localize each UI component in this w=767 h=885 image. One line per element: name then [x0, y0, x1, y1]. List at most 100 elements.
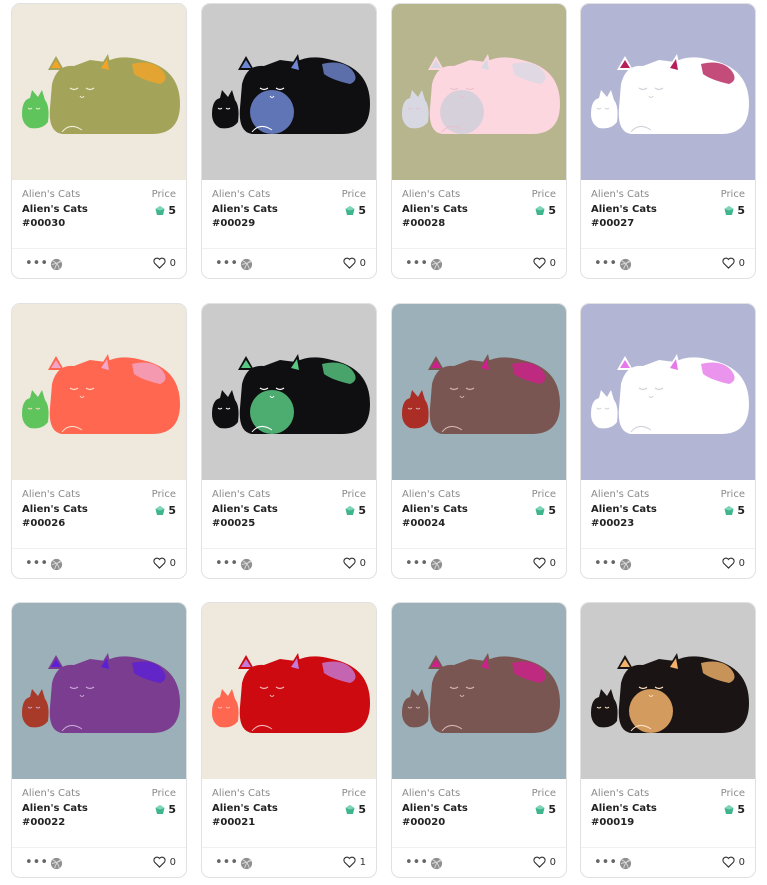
- price-value: 5: [345, 504, 366, 517]
- card-footer: ••• 0: [392, 248, 566, 278]
- yarn-ball-icon[interactable]: [240, 258, 253, 271]
- card-info: Alien's Cats Alien's Cats #00021 Price 5: [212, 788, 366, 838]
- like-count: 1: [359, 856, 366, 868]
- yarn-ball-icon[interactable]: [240, 558, 253, 571]
- collection-name[interactable]: Alien's Cats: [402, 489, 460, 500]
- nft-artwork[interactable]: [392, 304, 566, 480]
- more-options-icon[interactable]: •••: [25, 257, 48, 270]
- more-options-icon[interactable]: •••: [215, 856, 238, 869]
- card-info: Alien's Cats Alien's Cats #00023 Price 5: [591, 489, 745, 539]
- card-info: Alien's Cats Alien's Cats #00026 Price 5: [22, 489, 176, 539]
- nft-artwork[interactable]: [392, 4, 566, 180]
- price-value: 5: [724, 204, 745, 217]
- collection-name[interactable]: Alien's Cats: [212, 489, 270, 500]
- like-button[interactable]: 0: [533, 557, 556, 569]
- heart-icon: [722, 856, 735, 868]
- price-value: 5: [535, 204, 556, 217]
- collection-name[interactable]: Alien's Cats: [212, 788, 270, 799]
- more-options-icon[interactable]: •••: [405, 856, 428, 869]
- yarn-ball-icon[interactable]: [240, 857, 253, 870]
- like-button[interactable]: 0: [722, 856, 745, 868]
- price-label: Price: [341, 189, 366, 200]
- nft-artwork[interactable]: [581, 304, 755, 480]
- price-value: 5: [724, 803, 745, 816]
- collection-name[interactable]: Alien's Cats: [22, 489, 80, 500]
- yarn-ball-icon[interactable]: [430, 258, 443, 271]
- collection-name[interactable]: Alien's Cats: [402, 788, 460, 799]
- price-label: Price: [341, 489, 366, 500]
- more-options-icon[interactable]: •••: [215, 557, 238, 570]
- more-options-icon[interactable]: •••: [25, 856, 48, 869]
- more-options-icon[interactable]: •••: [405, 557, 428, 570]
- yarn-ball-icon[interactable]: [430, 857, 443, 870]
- more-options-icon[interactable]: •••: [594, 257, 617, 270]
- nft-name: Alien's Cats: [402, 803, 468, 814]
- nft-artwork[interactable]: [202, 4, 376, 180]
- yarn-ball-icon[interactable]: [619, 857, 632, 870]
- more-options-icon[interactable]: •••: [594, 557, 617, 570]
- collection-name[interactable]: Alien's Cats: [212, 189, 270, 200]
- heart-icon: [153, 856, 166, 868]
- collection-name[interactable]: Alien's Cats: [591, 189, 649, 200]
- price-label: Price: [531, 489, 556, 500]
- collection-name[interactable]: Alien's Cats: [22, 788, 80, 799]
- nft-card[interactable]: Alien's Cats Alien's Cats #00019 Price 5…: [580, 602, 756, 878]
- more-options-icon[interactable]: •••: [215, 257, 238, 270]
- like-button[interactable]: 0: [722, 557, 745, 569]
- like-button[interactable]: 0: [153, 257, 176, 269]
- nft-card[interactable]: Alien's Cats Alien's Cats #00023 Price 5…: [580, 303, 756, 579]
- like-button[interactable]: 0: [343, 257, 366, 269]
- nft-artwork[interactable]: [12, 4, 186, 180]
- like-button[interactable]: 0: [722, 257, 745, 269]
- collection-name[interactable]: Alien's Cats: [591, 788, 649, 799]
- token-icon: [345, 205, 355, 215]
- heart-icon: [153, 557, 166, 569]
- nft-card[interactable]: Alien's Cats Alien's Cats #00022 Price 5…: [11, 602, 187, 878]
- like-button[interactable]: 0: [533, 257, 556, 269]
- collection-name[interactable]: Alien's Cats: [402, 189, 460, 200]
- nft-artwork[interactable]: [202, 603, 376, 779]
- nft-card[interactable]: Alien's Cats Alien's Cats #00030 Price 5…: [11, 3, 187, 279]
- nft-artwork[interactable]: [581, 603, 755, 779]
- like-count: 0: [738, 557, 745, 569]
- nft-artwork[interactable]: [12, 304, 186, 480]
- nft-artwork[interactable]: [392, 603, 566, 779]
- nft-name: Alien's Cats: [212, 204, 278, 215]
- more-options-icon[interactable]: •••: [25, 557, 48, 570]
- nft-card[interactable]: Alien's Cats Alien's Cats #00021 Price 5…: [201, 602, 377, 878]
- nft-number: #00022: [22, 817, 66, 828]
- heart-icon: [343, 856, 356, 868]
- price-value: 5: [724, 504, 745, 517]
- nft-card[interactable]: Alien's Cats Alien's Cats #00020 Price 5…: [391, 602, 567, 878]
- nft-card[interactable]: Alien's Cats Alien's Cats #00025 Price 5…: [201, 303, 377, 579]
- like-button[interactable]: 0: [343, 557, 366, 569]
- yarn-ball-icon[interactable]: [50, 258, 63, 271]
- card-footer: ••• 0: [392, 548, 566, 578]
- more-options-icon[interactable]: •••: [594, 856, 617, 869]
- yarn-ball-icon[interactable]: [619, 558, 632, 571]
- token-icon: [155, 505, 165, 515]
- collection-name[interactable]: Alien's Cats: [22, 189, 80, 200]
- yarn-ball-icon[interactable]: [430, 558, 443, 571]
- like-button[interactable]: 1: [343, 856, 366, 868]
- card-info: Alien's Cats Alien's Cats #00028 Price 5: [402, 189, 556, 239]
- price-value: 5: [155, 803, 176, 816]
- nft-number: #00023: [591, 518, 635, 529]
- nft-number: #00028: [402, 218, 446, 229]
- yarn-ball-icon[interactable]: [50, 558, 63, 571]
- nft-card[interactable]: Alien's Cats Alien's Cats #00027 Price 5…: [580, 3, 756, 279]
- nft-card[interactable]: Alien's Cats Alien's Cats #00028 Price 5…: [391, 3, 567, 279]
- like-button[interactable]: 0: [533, 856, 556, 868]
- more-options-icon[interactable]: •••: [405, 257, 428, 270]
- collection-name[interactable]: Alien's Cats: [591, 489, 649, 500]
- nft-card[interactable]: Alien's Cats Alien's Cats #00026 Price 5…: [11, 303, 187, 579]
- like-button[interactable]: 0: [153, 557, 176, 569]
- nft-artwork[interactable]: [12, 603, 186, 779]
- yarn-ball-icon[interactable]: [619, 258, 632, 271]
- yarn-ball-icon[interactable]: [50, 857, 63, 870]
- nft-artwork[interactable]: [581, 4, 755, 180]
- nft-artwork[interactable]: [202, 304, 376, 480]
- like-button[interactable]: 0: [153, 856, 176, 868]
- nft-card[interactable]: Alien's Cats Alien's Cats #00024 Price 5…: [391, 303, 567, 579]
- nft-card[interactable]: Alien's Cats Alien's Cats #00029 Price 5…: [201, 3, 377, 279]
